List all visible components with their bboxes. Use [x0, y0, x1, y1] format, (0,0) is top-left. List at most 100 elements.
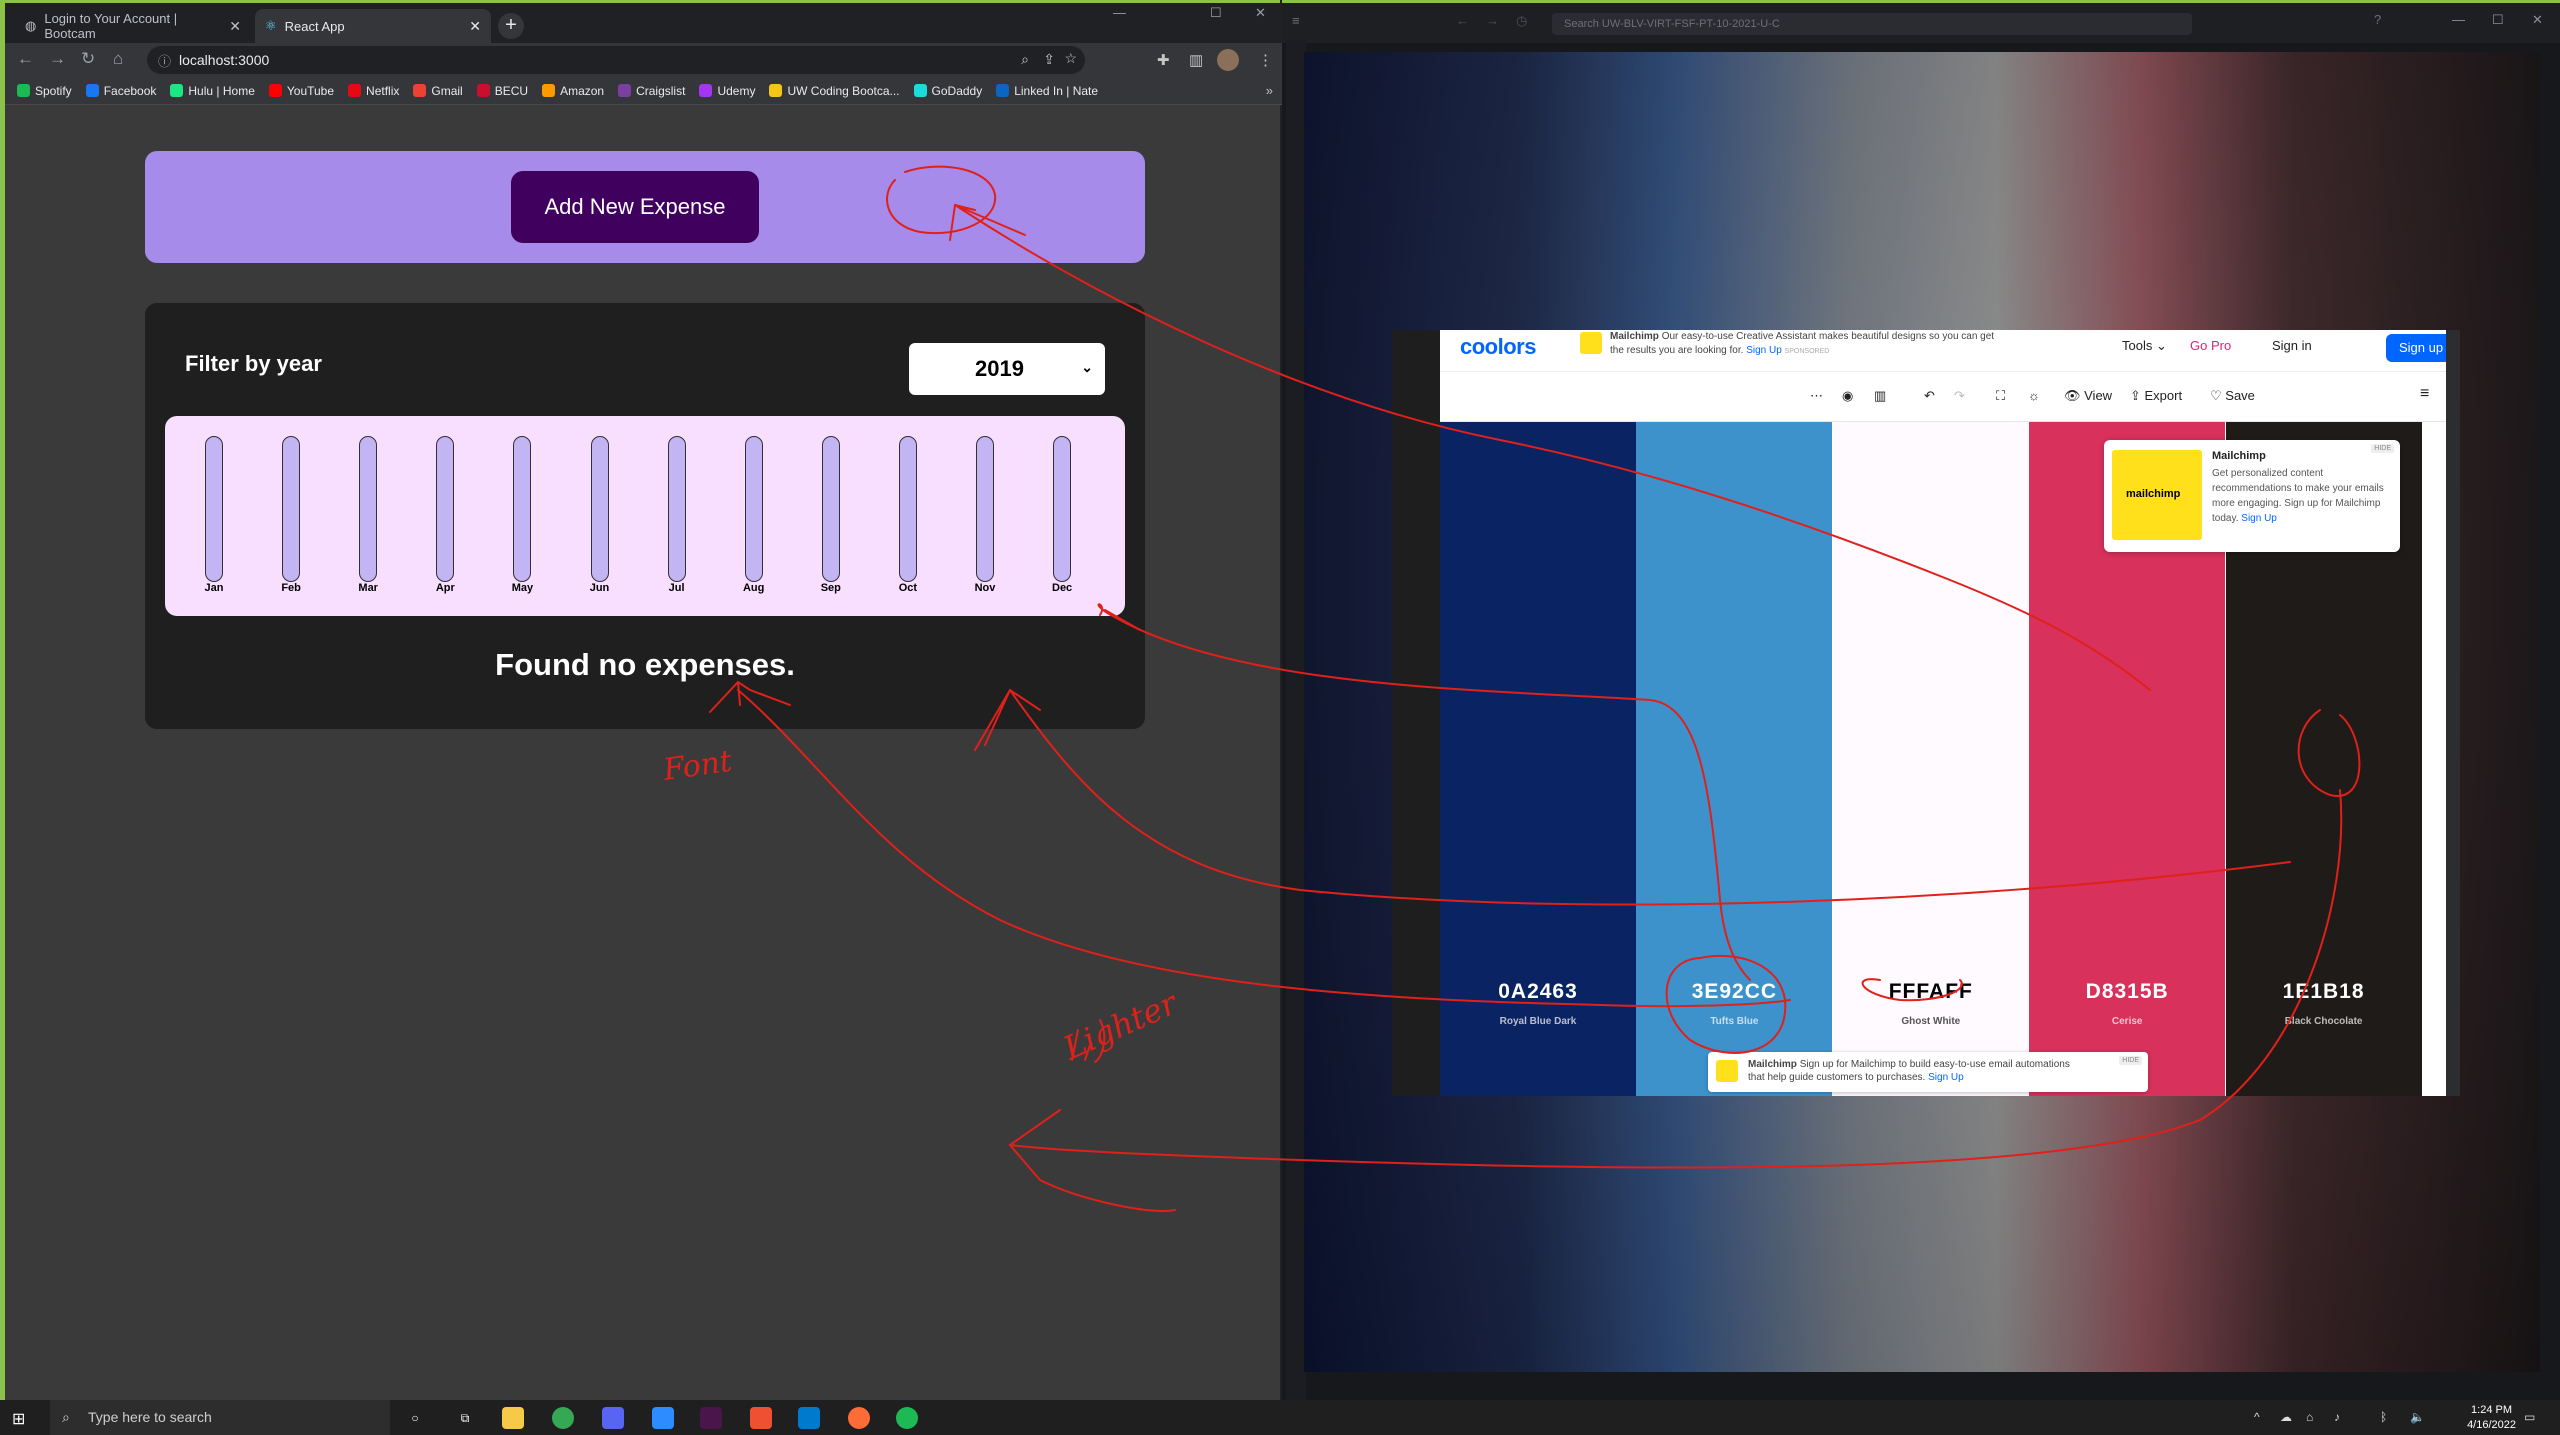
bookmark-item[interactable]: Netflix	[348, 84, 399, 98]
bluetooth-icon[interactable]: ᛒ	[2380, 1410, 2387, 1424]
home-icon[interactable]: ⌂	[113, 49, 123, 69]
reload-icon[interactable]: ↻	[81, 49, 95, 69]
close-window-icon[interactable]: ✕	[1255, 5, 1266, 21]
menu-icon[interactable]: ⋮	[1258, 51, 1273, 69]
windows-start-icon[interactable]: ⊞	[12, 1409, 25, 1429]
bookmark-item[interactable]: UW Coding Bootca...	[769, 84, 900, 98]
new-tab-button[interactable]: +	[498, 13, 524, 39]
bottom-ad-link[interactable]: Sign Up	[1928, 1072, 1964, 1083]
swatch-hex[interactable]: 3E92CC	[1636, 980, 1832, 1004]
add-new-expense-button[interactable]: Add New Expense	[511, 171, 759, 243]
share-icon[interactable]: ⇪	[1043, 51, 1055, 68]
layout-icon[interactable]: ▥	[1874, 388, 1886, 404]
swatch-hex[interactable]: FFFAFF	[1833, 980, 2029, 1004]
bookmark-item[interactable]: BECU	[476, 84, 528, 98]
info-icon[interactable]: ⓘ	[158, 51, 171, 70]
close-icon[interactable]: ✕	[229, 18, 241, 35]
bookmark-item[interactable]: YouTube	[268, 84, 334, 98]
extensions-icon[interactable]: ✚	[1157, 51, 1170, 69]
close-icon[interactable]: ✕	[469, 18, 481, 35]
brightness-icon[interactable]: ☼	[2028, 388, 2040, 403]
task-view-icon[interactable]: ⧉	[454, 1407, 476, 1429]
bookmark-item[interactable]: Hulu | Home	[170, 84, 255, 98]
search-input[interactable]: Search UW-BLV-VIRT-FSF-PT-10-2021-U-C	[1552, 13, 2192, 35]
undo-icon[interactable]: ↶	[1924, 388, 1935, 404]
bookmark-item[interactable]: GoDaddy	[913, 84, 982, 98]
hide-ad-button[interactable]: HIDE	[2119, 1056, 2142, 1065]
swatch-hex[interactable]: 1E1B18	[2226, 980, 2422, 1004]
color-swatch[interactable]: FFFAFF Ghost White	[1832, 422, 2029, 1096]
minimize-icon[interactable]: —	[1113, 5, 1126, 20]
volume-icon[interactable]: 🔈	[2410, 1410, 2425, 1424]
export-button[interactable]: ⇪ Export	[2130, 388, 2182, 404]
maximize-icon[interactable]: ☐	[2492, 12, 2504, 28]
more-bookmarks-icon[interactable]: »	[1266, 83, 1273, 98]
zoom-icon[interactable]	[652, 1407, 674, 1429]
mic-icon[interactable]: ♪	[2334, 1410, 2340, 1424]
coolors-logo[interactable]: coolors	[1460, 334, 1536, 360]
minimize-icon[interactable]: —	[2452, 12, 2465, 27]
view-button[interactable]: 👁 View	[2064, 388, 2112, 404]
back-icon[interactable]: ←	[17, 49, 34, 69]
tab-react-app[interactable]: ⚛ React App ✕	[255, 9, 491, 43]
hide-ad-button[interactable]: HIDE	[2371, 444, 2394, 453]
color-swatch[interactable]: 3E92CC Tufts Blue	[1636, 422, 1833, 1096]
bottom-ad[interactable]: Mailchimp Sign up for Mailchimp to build…	[1708, 1052, 2148, 1092]
spotify-icon[interactable]	[896, 1407, 918, 1429]
help-icon[interactable]: ?	[2374, 12, 2381, 27]
zoom-icon[interactable]: ⌕	[1021, 51, 1029, 68]
save-button[interactable]: ♡ Save	[2210, 388, 2255, 404]
back-icon[interactable]: ←	[1456, 13, 1469, 28]
bookmark-item[interactable]: Amazon	[542, 84, 604, 98]
vscode-icon[interactable]	[798, 1407, 820, 1429]
address-bar[interactable]: ⓘ localhost:3000 ⌕ ⇪ ☆	[147, 46, 1085, 74]
go-pro-link[interactable]: Go Pro	[2190, 338, 2231, 353]
bookmark-item[interactable]: Facebook	[85, 84, 156, 98]
tools-menu[interactable]: Tools ⌄	[2122, 338, 2167, 354]
discord-icon[interactable]	[602, 1407, 624, 1429]
tray-chevron-icon[interactable]: ^	[2254, 1410, 2260, 1424]
side-ad[interactable]: mailchimp Mailchimp Get personalized con…	[2104, 440, 2400, 552]
cloud-icon[interactable]: ☁	[2280, 1410, 2292, 1424]
bookmark-item[interactable]: Craigslist	[618, 84, 685, 98]
color-swatch[interactable]: 0A2463 Royal Blue Dark	[1440, 422, 1636, 1096]
side-panel-icon[interactable]: ▥	[1189, 51, 1203, 69]
year-select[interactable]: 2019 ⌄	[909, 343, 1105, 395]
forward-icon[interactable]: →	[1486, 13, 1499, 28]
bookmark-favicon-icon	[618, 84, 632, 97]
chrome-icon[interactable]	[552, 1407, 574, 1429]
bookmark-item[interactable]: Udemy	[699, 84, 755, 98]
menu-icon[interactable]: ≡	[2420, 385, 2429, 403]
ad-link[interactable]: Sign Up	[1746, 345, 1782, 356]
taskbar-search[interactable]: ⌕ Type here to search	[50, 1400, 390, 1435]
more-icon[interactable]: ⋯	[1810, 388, 1823, 404]
camera-icon[interactable]: ◉	[1842, 388, 1853, 404]
redo-icon[interactable]: ↷	[1954, 388, 1965, 404]
file-explorer-icon[interactable]	[502, 1407, 524, 1429]
bookmark-item[interactable]: Gmail	[413, 84, 463, 98]
network-icon[interactable]: ⌂	[2306, 1410, 2313, 1424]
hamburger-icon[interactable]: ≡	[1292, 13, 1300, 28]
bookmark-item[interactable]: Linked In | Nate	[996, 84, 1098, 98]
tab-login[interactable]: ◍ Login to Your Account | Bootcam ✕	[15, 9, 251, 43]
swatch-hex[interactable]: D8315B	[2029, 980, 2225, 1004]
avatar[interactable]	[1217, 49, 1239, 71]
star-icon[interactable]: ☆	[1064, 50, 1077, 67]
maximize-icon[interactable]: ☐	[1210, 5, 1222, 21]
history-icon[interactable]: ◷	[1516, 13, 1527, 29]
notifications-icon[interactable]: ▭	[2524, 1410, 2535, 1424]
side-ad-link[interactable]: Sign Up	[2241, 513, 2277, 524]
postman-icon[interactable]	[848, 1407, 870, 1429]
clock[interactable]: 1:24 PM 4/16/2022	[2467, 1403, 2516, 1433]
swatch-hex[interactable]: 0A2463	[1440, 980, 1636, 1004]
forward-icon[interactable]: →	[49, 49, 66, 69]
bookmark-item[interactable]: Spotify	[17, 84, 72, 98]
git-icon[interactable]	[750, 1407, 772, 1429]
chart-bar-label: Feb	[281, 582, 301, 594]
cortana-icon[interactable]: ○	[404, 1407, 426, 1429]
sign-in-link[interactable]: Sign in	[2272, 338, 2312, 353]
slack-icon[interactable]	[700, 1407, 722, 1429]
close-window-icon[interactable]: ✕	[2532, 12, 2543, 28]
visibility-icon[interactable]: ⛶	[1996, 388, 2005, 404]
header-ad[interactable]: Mailchimp Our easy-to-use Creative Assis…	[1580, 330, 2000, 364]
